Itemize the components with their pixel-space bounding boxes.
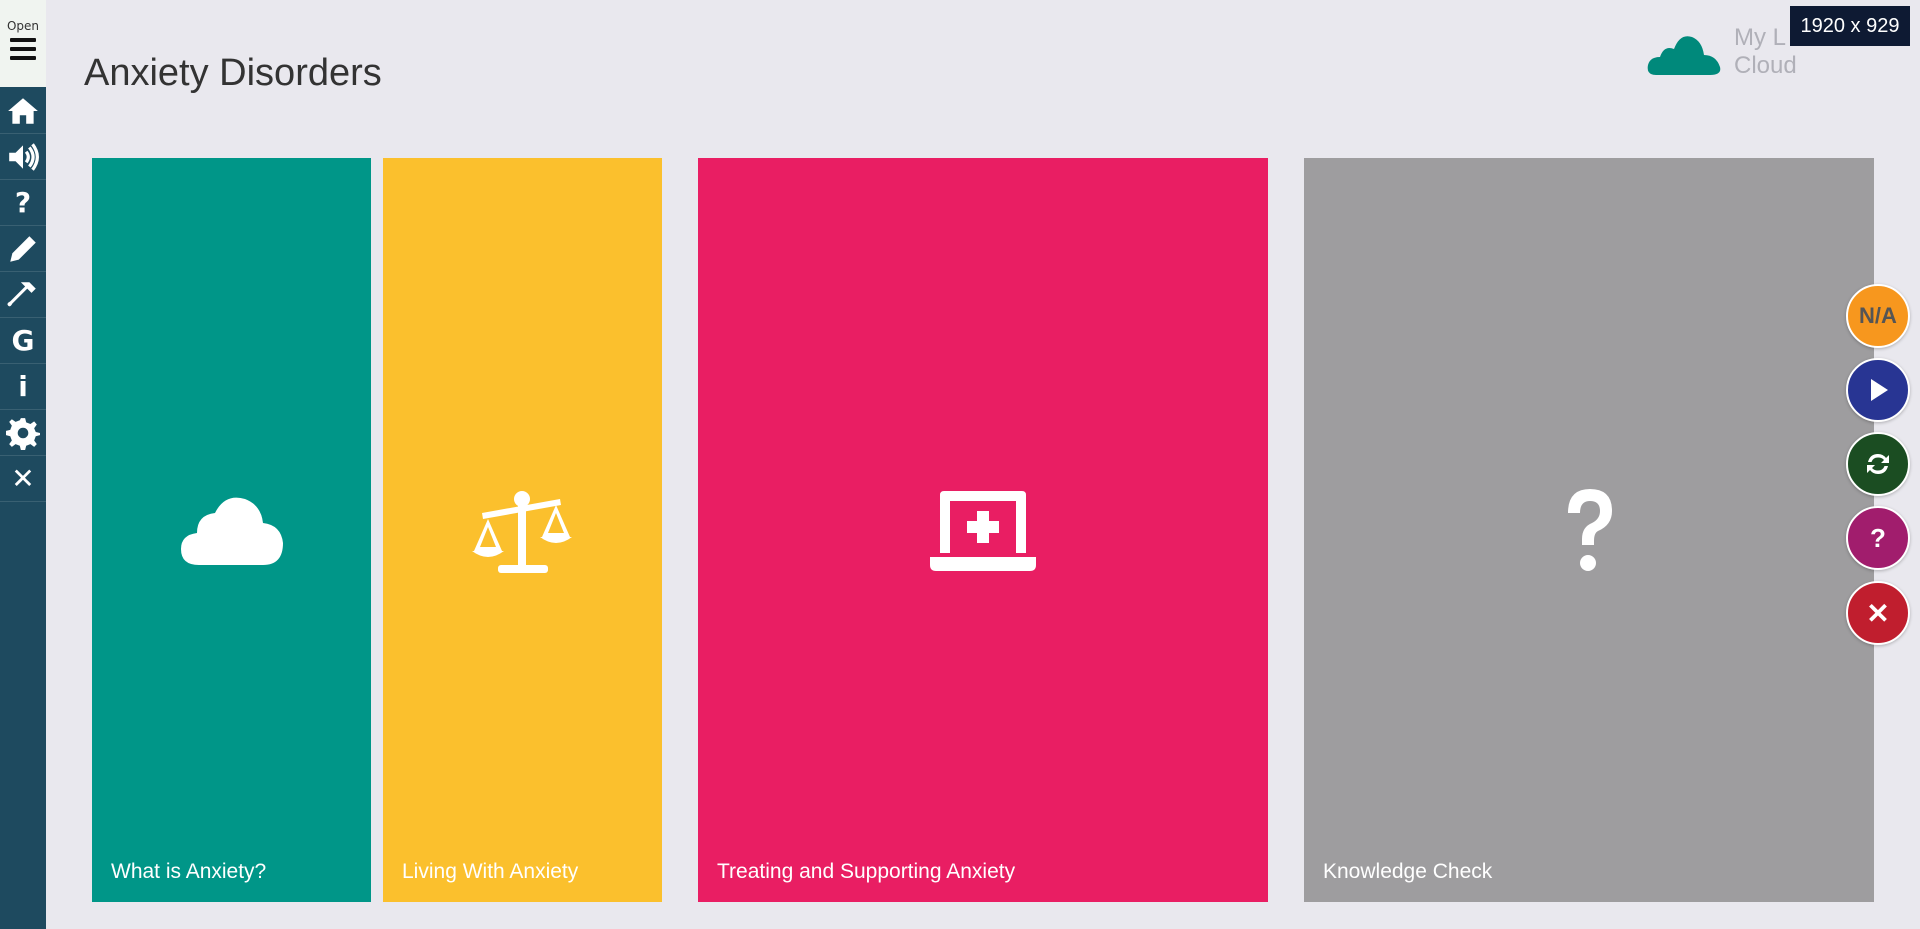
- play-button[interactable]: [1846, 358, 1910, 422]
- laptop-medical-icon: [930, 491, 1036, 571]
- screen-size-badge: 1920 x 929: [1790, 6, 1910, 46]
- tile-label: Living With Anxiety: [402, 860, 579, 883]
- tile-label: Treating and Supporting Anxiety: [717, 860, 1016, 883]
- tile-living-with-anxiety[interactable]: Living With Anxiety: [383, 158, 662, 902]
- na-button[interactable]: N/A: [1846, 284, 1910, 348]
- hammer-icon: [7, 281, 36, 306]
- info-icon: i: [18, 370, 28, 403]
- home-icon: [8, 97, 38, 124]
- hamburger-icon: [10, 38, 36, 65]
- tile-knowledge-check[interactable]: Knowledge Check: [1304, 158, 1874, 902]
- brand-logo: My L Cloud: [1646, 22, 1797, 82]
- sidebar-item-info[interactable]: i: [0, 364, 46, 410]
- refresh-icon: [1867, 454, 1889, 474]
- tile-what-is-anxiety[interactable]: What is Anxiety?: [92, 158, 371, 902]
- cloud-logo-icon: [1647, 36, 1721, 75]
- sidebar-menu: ? G i ✕: [0, 88, 46, 502]
- sidebar: Open ? G i ✕: [0, 0, 46, 929]
- brand-line-2: Cloud: [1734, 52, 1797, 79]
- tile-label: What is Anxiety?: [111, 860, 267, 883]
- cloud-icon: [180, 497, 283, 565]
- sidebar-item-audio[interactable]: [0, 134, 46, 180]
- sidebar-item-exit[interactable]: ✕: [0, 456, 46, 502]
- brand-line-1: My L: [1734, 24, 1787, 51]
- volume-icon: [9, 142, 39, 171]
- brand-text: My L Cloud: [1734, 24, 1797, 80]
- sidebar-item-edit[interactable]: [0, 226, 46, 272]
- sidebar-item-glossary[interactable]: G: [0, 318, 46, 364]
- play-icon: [1871, 379, 1888, 401]
- open-label: Open: [6, 19, 40, 33]
- question-icon: ?: [14, 186, 32, 219]
- tile-treating-and-supporting-anxiety[interactable]: Treating and Supporting Anxiety: [698, 158, 1268, 902]
- gear-icon: [6, 417, 40, 450]
- sidebar-item-home[interactable]: [0, 88, 46, 134]
- sidebar-item-settings[interactable]: [0, 410, 46, 456]
- sidebar-item-help[interactable]: ?: [0, 180, 46, 226]
- sidebar-open-toggle[interactable]: Open: [0, 0, 46, 87]
- question-icon: [1568, 489, 1612, 571]
- page-title: Anxiety Disorders: [84, 52, 382, 94]
- close-icon: ✕: [11, 462, 35, 495]
- help-button[interactable]: ?: [1846, 506, 1910, 570]
- balance-scale-icon: [471, 491, 572, 573]
- tile-label: Knowledge Check: [1323, 860, 1493, 883]
- sidebar-item-tools[interactable]: [0, 272, 46, 318]
- pencil-icon: [10, 235, 36, 262]
- close-button[interactable]: ✕: [1846, 581, 1910, 645]
- refresh-button[interactable]: [1846, 432, 1910, 496]
- g-letter-icon: G: [11, 324, 35, 357]
